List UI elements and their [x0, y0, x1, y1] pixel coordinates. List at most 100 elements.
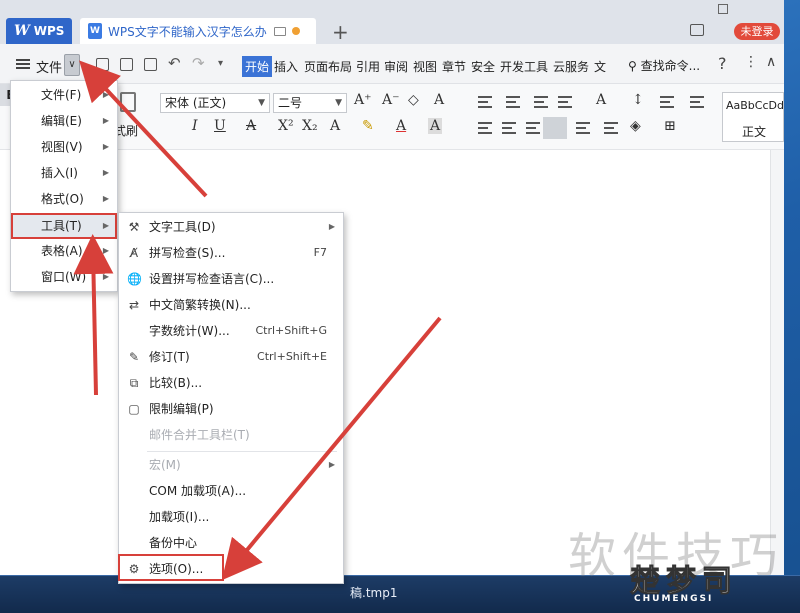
borders-icon[interactable]: ⊞	[664, 118, 676, 134]
decrease-indent-icon[interactable]	[534, 96, 548, 108]
justify-button[interactable]	[543, 117, 567, 139]
menu-item-label: 中文简繁转换(N)...	[149, 298, 251, 312]
align-center-icon[interactable]	[502, 122, 516, 134]
bullets-icon[interactable]	[478, 96, 492, 108]
menu-item-word-count[interactable]: 字数统计(W)... Ctrl+Shift+G	[119, 319, 343, 343]
menu-item-addins[interactable]: 加载项(I)...	[119, 505, 343, 529]
new-tab-plus-icon[interactable]: +	[332, 20, 349, 44]
submenu-arrow-icon: ▶	[102, 142, 109, 151]
tab-security[interactable]: 安全	[471, 58, 495, 75]
menu-item-file[interactable]: 文件(F) ▶	[11, 83, 117, 107]
convert-icon: ⇄	[128, 298, 140, 312]
numbering-icon[interactable]	[506, 96, 520, 108]
increase-indent-icon[interactable]	[558, 96, 572, 108]
shortcut-label: Ctrl+Shift+E	[257, 350, 327, 363]
tab-more[interactable]: 文	[594, 58, 606, 75]
menu-item-label: 加载项(I)...	[149, 510, 210, 524]
tab-insert[interactable]: 插入	[274, 58, 298, 75]
char-shading-icon[interactable]: A	[428, 118, 443, 134]
tab-review[interactable]: 审阅	[384, 58, 408, 75]
tab-developer-tools[interactable]: 开发工具	[500, 58, 548, 75]
superscript-icon[interactable]: X²	[278, 118, 294, 134]
wps-home-tab[interactable]: W WPS	[6, 18, 72, 44]
quick-access-more-icon[interactable]: ▾	[218, 58, 223, 69]
menu-item-spell-language[interactable]: 🌐 设置拼写检查语言(C)...	[119, 267, 343, 291]
menu-item-label: 表格(A)	[41, 244, 83, 258]
font-color-icon[interactable]: A	[396, 118, 406, 134]
menu-item-backup-center[interactable]: 备份中心	[119, 531, 343, 555]
chinese-layout-icon[interactable]: A	[596, 92, 606, 108]
font-size-select[interactable]: 二号 ▼	[273, 93, 347, 113]
more-options-icon[interactable]: ⋮	[744, 54, 758, 70]
style-gallery[interactable]: AaBbCcDd 正文	[722, 92, 784, 142]
clear-format-icon[interactable]: ◇	[408, 92, 419, 108]
menu-item-text-tools[interactable]: ⚒ 文字工具(D) ▶	[119, 215, 343, 239]
menu-item-label: 宏(M)	[149, 458, 181, 472]
menu-item-edit[interactable]: 编辑(E) ▶	[11, 109, 117, 133]
menu-item-view[interactable]: 视图(V) ▶	[11, 135, 117, 159]
tab-view[interactable]: 视图	[413, 58, 437, 75]
menu-item-table[interactable]: 表格(A) ▶	[11, 239, 117, 263]
tab-page-layout[interactable]: 页面布局	[304, 58, 352, 75]
menu-item-compare[interactable]: ⧉ 比较(B)...	[119, 371, 343, 395]
help-icon[interactable]: ?	[718, 54, 727, 73]
menu-item-window[interactable]: 窗口(W) ▶	[11, 265, 117, 289]
print-preview-icon[interactable]	[144, 58, 157, 71]
collapse-ribbon-icon[interactable]: ∧	[766, 54, 776, 70]
grow-font-icon[interactable]: A⁺	[354, 92, 372, 108]
hamburger-menu-icon[interactable]	[16, 59, 30, 69]
line-spacing-icon[interactable]	[690, 96, 704, 108]
menu-item-label: 拼写检查(S)...	[149, 246, 226, 260]
tab-cloud-services[interactable]: 云服务	[553, 58, 589, 75]
command-search[interactable]: ⚲ 查找命令...	[628, 57, 700, 74]
screen-cast-icon[interactable]	[690, 24, 704, 36]
menu-item-restrict-editing[interactable]: ▢ 限制编辑(P)	[119, 397, 343, 421]
menu-item-label: 格式(O)	[41, 192, 84, 206]
pinyin-guide-icon[interactable]: A	[434, 92, 444, 108]
shading-icon[interactable]: ◈	[630, 118, 641, 134]
tab-start[interactable]: 开始	[242, 56, 273, 77]
align-left-icon[interactable]	[478, 122, 492, 134]
strikethrough-icon[interactable]: A	[246, 118, 256, 134]
show-marks-icon[interactable]	[660, 96, 674, 108]
save-icon[interactable]	[96, 58, 109, 71]
sort-icon[interactable]: ↕	[632, 92, 644, 108]
menu-item-chinese-conversion[interactable]: ⇄ 中文简繁转换(N)...	[119, 293, 343, 317]
print-icon[interactable]	[120, 58, 133, 71]
text-effect-icon[interactable]: A	[330, 118, 340, 134]
underline-icon[interactable]: U	[214, 118, 226, 134]
highlight-icon[interactable]: ✎	[362, 118, 374, 134]
site-logo: 楚梦司 CHUMENGSI	[630, 556, 790, 606]
menu-item-format[interactable]: 格式(O) ▶	[11, 187, 117, 211]
login-button[interactable]: 未登录	[734, 23, 780, 40]
monitor-icon[interactable]	[274, 26, 286, 36]
file-menu-button[interactable]: 文件	[36, 57, 62, 76]
menu-item-track-changes[interactable]: ✎ 修订(T) Ctrl+Shift+E	[119, 345, 343, 369]
distributed-align-icon[interactable]	[576, 122, 590, 134]
format-painter-icon[interactable]	[120, 92, 136, 112]
file-dropdown-arrow-button[interactable]: ∨	[64, 54, 80, 76]
document-tab[interactable]: W WPS文字不能输入汉字怎么办	[80, 18, 316, 44]
subscript-icon[interactable]: X₂	[302, 118, 318, 134]
shrink-font-icon[interactable]: A⁻	[382, 92, 400, 108]
window-restore-icon[interactable]	[718, 4, 728, 14]
tab-references[interactable]: 引用	[356, 58, 380, 75]
menu-item-com-addins[interactable]: COM 加载项(A)...	[119, 479, 343, 503]
redo-icon[interactable]: ↷	[192, 54, 205, 72]
spell-check-icon: A̸	[129, 246, 139, 260]
tab-sections[interactable]: 章节	[442, 58, 466, 75]
line-spacing-dropdown-icon[interactable]	[604, 122, 618, 134]
globe-icon: 🌐	[127, 272, 142, 286]
font-name-select[interactable]: 宋体 (正文) ▼	[160, 93, 270, 113]
chevron-down-icon: ▼	[258, 98, 265, 108]
taskbar-file-label[interactable]: 稿.tmp1	[350, 584, 397, 601]
menu-item-spell-check[interactable]: A̸ 拼写检查(S)... F7	[119, 241, 343, 265]
menu-item-tools[interactable]: 工具(T) ▶	[11, 213, 117, 239]
align-right-icon[interactable]	[526, 122, 540, 134]
vertical-scrollbar[interactable]	[770, 150, 784, 575]
undo-icon[interactable]: ↶	[168, 54, 181, 72]
italic-icon[interactable]: I	[192, 118, 198, 134]
menu-item-label: 编辑(E)	[41, 114, 82, 128]
menu-item-insert[interactable]: 插入(I) ▶	[11, 161, 117, 185]
submenu-arrow-icon: ▶	[328, 222, 335, 231]
